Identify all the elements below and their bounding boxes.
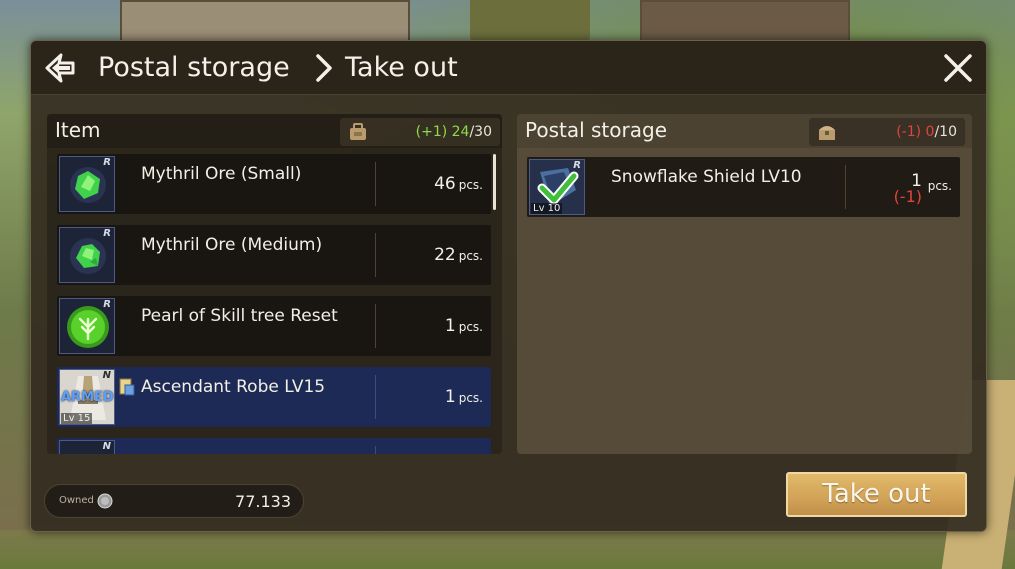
- title-bar: Postal storage Take out: [31, 41, 986, 95]
- quantity-unit: pcs.: [458, 320, 483, 334]
- inventory-header: Item (+1) 24/30: [47, 114, 502, 148]
- item-quantity: 1 pcs. (-1): [892, 171, 952, 212]
- rarity-badge: R: [103, 299, 111, 310]
- inventory-capacity: (+1) 24/30: [340, 118, 500, 146]
- inventory-item-row-selected[interactable]: N ARMED Lv 15 Ascendant Robe LV15 1 pcs.: [57, 367, 491, 427]
- background-tower: [470, 0, 590, 44]
- inventory-item-row[interactable]: R Pearl of Skill tree Reset 1 pcs.: [57, 296, 491, 356]
- rarity-badge: N: [102, 370, 111, 381]
- inventory-item-row[interactable]: R Mythril Ore (Medium) 22 pcs.: [57, 225, 491, 285]
- breadcrumb-postal-storage[interactable]: Postal storage: [98, 51, 290, 85]
- quantity-unit: pcs.: [458, 249, 483, 263]
- item-quantity: 22 pcs.: [434, 245, 483, 265]
- close-button[interactable]: [943, 53, 973, 83]
- postal-capacity: (-1) 0/10: [809, 118, 965, 146]
- quantity-value: 46: [434, 174, 456, 194]
- quantity-unit: pcs.: [458, 391, 483, 405]
- quantity-unit: pcs.: [927, 179, 952, 193]
- inventory-capacity-text: (+1) 24/30: [416, 124, 492, 140]
- item-thumbnail: N ARMED Lv 15: [59, 369, 115, 425]
- postal-capacity-text: (-1) 0/10: [896, 124, 957, 140]
- divider: [845, 165, 846, 209]
- postal-storage-window: Postal storage Take out Item (+1) 24/30 …: [30, 40, 987, 532]
- item-quantity: 1 pcs.: [445, 387, 483, 407]
- divider: [375, 233, 376, 277]
- capacity-change: (+1): [415, 124, 448, 140]
- rarity-badge: R: [103, 228, 111, 239]
- inventory-scrollbar[interactable]: [493, 154, 496, 210]
- level-tag: Lv 15: [61, 413, 93, 424]
- item-quantity: 46 pcs.: [434, 174, 483, 194]
- rarity-badge: R: [103, 157, 111, 168]
- back-button[interactable]: [43, 51, 77, 85]
- take-out-button[interactable]: Take out: [786, 472, 967, 517]
- item-name: Mythril Ore (Medium): [141, 235, 323, 255]
- item-name: Snowflake Shield LV10: [611, 167, 802, 187]
- chevron-right-icon: [316, 54, 332, 82]
- document-icon: [119, 378, 135, 396]
- close-icon: [944, 54, 972, 82]
- capacity-max: /30: [469, 124, 492, 140]
- divider: [375, 375, 376, 419]
- background-house: [640, 0, 850, 44]
- postal-header: Postal storage (-1) 0/10: [517, 114, 972, 148]
- item-name: Ascendant Robe LV15: [141, 377, 326, 397]
- background-house: [120, 0, 410, 44]
- inventory-item-row[interactable]: R Mythril Ore (Small) 46 pcs.: [57, 154, 491, 214]
- inventory-title: Item: [55, 118, 101, 142]
- backpack-icon: [350, 123, 366, 140]
- level-tag: Lv 10: [531, 203, 563, 214]
- item-name: Pearl of Skill tree Reset: [141, 306, 338, 326]
- divider: [375, 162, 376, 206]
- postal-storage-panel: Postal storage (-1) 0/10 R Lv 10 Snowfla…: [517, 114, 972, 454]
- item-thumbnail: R: [59, 298, 115, 354]
- owned-currency: Owned 77.133: [44, 484, 304, 518]
- owned-value: 77.133: [235, 492, 291, 511]
- capacity-change: (-1): [896, 124, 922, 140]
- quantity-change: (-1): [893, 187, 922, 206]
- inventory-item-row[interactable]: N: [57, 438, 491, 454]
- owned-label: Owned: [59, 495, 94, 506]
- divider: [375, 304, 376, 348]
- divider: [375, 446, 376, 454]
- quantity-value: 22: [434, 245, 456, 265]
- rarity-badge: N: [102, 441, 111, 452]
- background-grass: [0, 530, 1015, 569]
- item-thumbnail: N: [59, 440, 115, 454]
- item-thumbnail: R: [59, 227, 115, 283]
- item-name: Mythril Ore (Small): [141, 164, 302, 184]
- quantity-value: 1: [444, 316, 456, 336]
- chest-icon: [819, 126, 835, 140]
- capacity-current: 24: [451, 124, 470, 140]
- coin-icon: [97, 493, 113, 509]
- quantity-unit: pcs.: [458, 178, 483, 192]
- quantity-value: 1: [444, 387, 456, 407]
- capacity-max: /10: [934, 124, 957, 140]
- armed-tag: ARMED: [61, 390, 114, 405]
- inventory-panel: Item (+1) 24/30 R Mythril Ore (Small) 46…: [47, 114, 502, 454]
- item-thumbnail: R: [59, 156, 115, 212]
- breadcrumb-take-out: Take out: [345, 52, 458, 83]
- postal-title: Postal storage: [525, 118, 667, 142]
- postal-item-row[interactable]: R Lv 10 Snowflake Shield LV10 1 pcs. (-1…: [527, 157, 960, 217]
- rarity-badge: R: [573, 160, 581, 171]
- item-quantity: 1 pcs.: [445, 316, 483, 336]
- item-thumbnail: R Lv 10: [529, 159, 585, 215]
- back-arrow-icon: [45, 53, 75, 83]
